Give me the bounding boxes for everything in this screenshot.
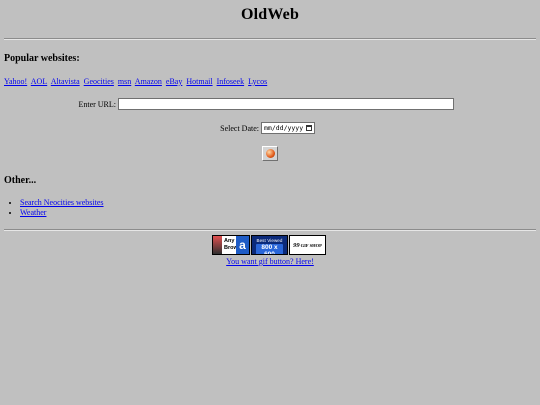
link-search-neocities[interactable]: Search Neocities websites [20,198,104,207]
page-title: OldWeb [240,6,300,23]
badge-stripe [213,236,222,254]
date-label: Select Date: [220,124,259,133]
url-input[interactable] [118,98,454,110]
calendar-icon[interactable] [306,125,312,131]
gif-button-link[interactable]: You want gif button? Here! [226,257,314,266]
list-item: Search Neocities websites [20,198,104,207]
badge-line: 800 x 600 [256,244,283,254]
link-aol[interactable]: AOL [31,77,47,86]
date-row: Select Date: mm/dd/yyyy [0,122,540,136]
link-altavista[interactable]: Altavista [51,77,80,86]
list-item: Weather [20,208,104,217]
other-list: Search Neocities websites Weather [10,198,104,218]
go-button[interactable] [262,146,278,161]
go-orb-icon [265,149,275,158]
link-hotmail[interactable]: Hotmail [186,77,212,86]
other-heading: Other... [4,175,37,186]
date-input[interactable]: mm/dd/yyyy [261,122,315,134]
badge-line: Best Viewed [256,238,283,243]
link-yahoo[interactable]: Yahoo! [4,77,27,86]
any-browser-logo-icon: a [236,236,249,254]
gif-shop-price: 99 [293,241,300,249]
best-viewed-badge[interactable]: Best Viewed 800 x 600 [251,235,288,255]
popular-heading: Popular websites: [4,53,80,64]
divider-bottom [4,229,536,231]
popular-links: Yahoo! AOL Altavista Geocities msn Amazo… [4,77,269,86]
link-ebay[interactable]: eBay [166,77,182,86]
url-label: Enter URL: [78,100,116,109]
any-browser-badge[interactable]: Any Browser a [212,235,250,255]
link-geocities[interactable]: Geocities [84,77,114,86]
date-placeholder: mm/dd/yyyy [264,124,304,132]
url-row: Enter URL: [0,98,540,112]
link-infoseek[interactable]: Infoseek [217,77,245,86]
link-lycos[interactable]: Lycos [248,77,267,86]
link-weather[interactable]: Weather [20,208,46,217]
divider-top [4,38,536,40]
gif-shop-text: GIF SHOP [300,242,322,248]
gif-link-row: You want gif button? Here! [0,257,540,266]
badge-row: Any Browser a Best Viewed 800 x 600 99 G… [212,235,326,255]
gif-shop-badge[interactable]: 99 GIF SHOP [289,235,326,255]
link-msn[interactable]: msn [118,77,131,86]
link-amazon[interactable]: Amazon [135,77,162,86]
